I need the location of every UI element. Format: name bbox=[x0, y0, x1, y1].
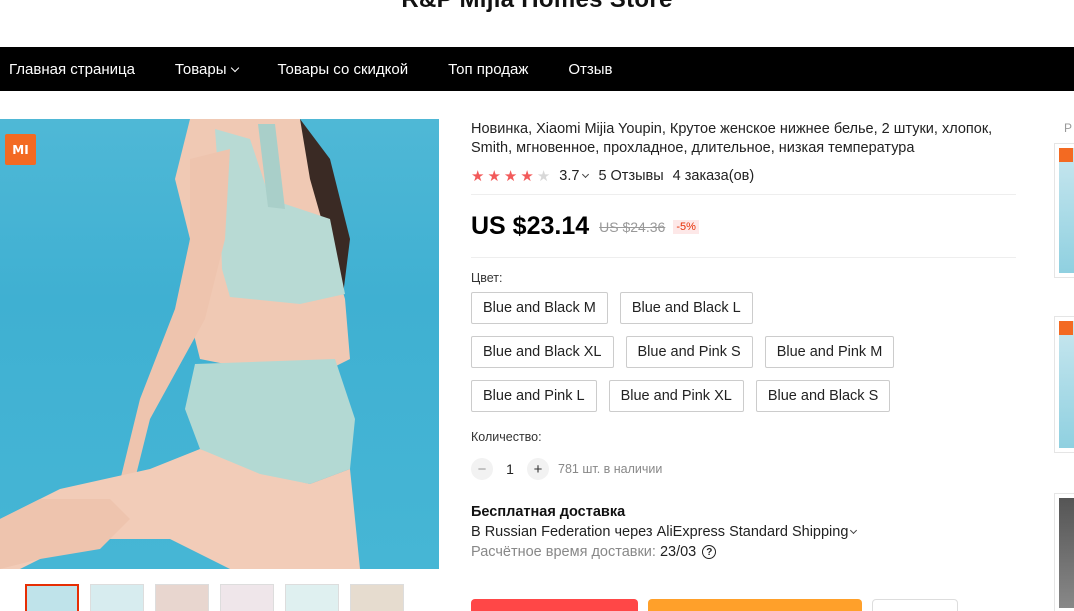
shipping-method: В Russian Federation через AliExpress St… bbox=[471, 524, 849, 540]
star-rating: ★ ★ ★ ★ ★ bbox=[471, 167, 553, 185]
color-option[interactable]: Blue and Black M bbox=[471, 292, 608, 324]
product-title: Новинка, Xiaomi Mijia Youpin, Крутое жен… bbox=[471, 121, 993, 156]
wishlist-button[interactable] bbox=[872, 599, 958, 611]
recommended-item[interactable] bbox=[1054, 316, 1074, 453]
nav-label: Товары bbox=[174, 60, 227, 78]
thumbnail[interactable] bbox=[25, 584, 79, 611]
star-icon: ★ bbox=[471, 168, 485, 185]
nav-item-feedback[interactable]: Отзыв bbox=[568, 61, 612, 78]
thumbnail[interactable] bbox=[350, 584, 404, 611]
old-price: US $24.36 bbox=[599, 218, 666, 235]
nav-label: Отзыв bbox=[568, 60, 613, 78]
nav-item-products[interactable]: Товары bbox=[174, 60, 239, 78]
mi-logo-icon bbox=[1059, 321, 1073, 335]
thumbnail[interactable] bbox=[155, 584, 209, 611]
help-icon[interactable]: ? bbox=[702, 545, 717, 559]
current-price: US $23.14 bbox=[471, 212, 590, 240]
eta-label: Расчётное время доставки: bbox=[471, 544, 656, 560]
color-option[interactable]: Blue and Black L bbox=[619, 292, 753, 324]
nav-item-top-sales[interactable]: Топ продаж bbox=[448, 61, 528, 78]
star-icon: ★ bbox=[503, 168, 518, 185]
star-icon: ★ bbox=[536, 168, 551, 185]
thumbnail[interactable] bbox=[220, 584, 274, 611]
orders-count: 4 заказа(ов) bbox=[672, 168, 755, 184]
stock-count: 781 шт. в наличии bbox=[558, 462, 663, 476]
chevron-down-icon bbox=[230, 63, 239, 72]
color-option[interactable]: Blue and Black XL bbox=[471, 336, 614, 368]
rating-dropdown[interactable]: 3.7 bbox=[559, 168, 590, 184]
store-title: R&P Mijia Homes Store bbox=[0, 0, 1074, 14]
quantity-increase-button[interactable]: + bbox=[527, 458, 549, 480]
nav-item-discounts[interactable]: Товары со скидкой bbox=[278, 61, 409, 78]
chevron-down-icon bbox=[850, 526, 858, 535]
color-option[interactable]: Blue and Pink XL bbox=[608, 380, 744, 412]
mi-logo-icon bbox=[1059, 148, 1073, 162]
color-option[interactable]: Blue and Pink S bbox=[625, 336, 753, 368]
chevron-down-icon bbox=[582, 170, 590, 179]
discount-badge: -5% bbox=[673, 219, 699, 234]
add-to-cart-button[interactable] bbox=[648, 599, 862, 611]
shipping-title: Бесплатная доставка bbox=[471, 504, 626, 520]
quantity-label: Количество: bbox=[471, 430, 542, 444]
quantity-decrease-button[interactable]: − bbox=[471, 458, 493, 480]
recommended-item[interactable] bbox=[1054, 143, 1074, 278]
nav-label: Топ продаж bbox=[448, 60, 529, 78]
thumbnail-strip bbox=[25, 584, 404, 611]
nav-label: Товары со скидкой bbox=[277, 60, 409, 78]
delivery-estimate: Расчётное время доставки: 23/03 ? bbox=[471, 544, 1031, 560]
recommendations-label: Р bbox=[1064, 121, 1073, 135]
thumbnail[interactable] bbox=[285, 584, 339, 611]
product-photo bbox=[0, 119, 360, 569]
rating-value: 3.7 bbox=[559, 168, 580, 184]
store-navbar: Главная страница Товары Товары со скидко… bbox=[0, 47, 1074, 91]
price-row: US $23.14 US $24.36 -5% bbox=[471, 212, 1031, 241]
rating-row: ★ ★ ★ ★ ★ 3.7 5 Отзывы 4 заказа(ов) bbox=[471, 167, 1031, 185]
thumbnail[interactable] bbox=[90, 584, 144, 611]
color-option[interactable]: Blue and Pink L bbox=[471, 380, 597, 412]
mi-logo: MI bbox=[5, 134, 36, 165]
star-icon: ★ bbox=[487, 168, 501, 185]
divider bbox=[471, 194, 1016, 195]
product-info: Новинка, Xiaomi Mijia Youpin, Крутое жен… bbox=[471, 120, 1031, 560]
color-option[interactable]: Blue and Pink M bbox=[764, 336, 895, 368]
nav-label: Главная страница bbox=[9, 60, 135, 78]
recommended-item[interactable] bbox=[1054, 493, 1074, 611]
product-main-image[interactable]: MI bbox=[0, 119, 439, 569]
quantity-stepper: − 1 + 781 шт. в наличии bbox=[471, 458, 1031, 480]
buy-now-button[interactable] bbox=[471, 599, 638, 611]
star-icon: ★ bbox=[520, 168, 534, 185]
color-option[interactable]: Blue and Black S bbox=[755, 380, 891, 412]
color-label: Цвет: bbox=[471, 271, 503, 285]
color-options: Blue and Black M Blue and Black L Blue a… bbox=[471, 292, 911, 424]
quantity-input[interactable]: 1 bbox=[493, 461, 527, 477]
reviews-link[interactable]: 5 Отзывы bbox=[598, 168, 663, 184]
divider bbox=[471, 257, 1016, 258]
shipping-method-dropdown[interactable]: В Russian Federation через AliExpress St… bbox=[471, 524, 1031, 540]
eta-value: 23/03 bbox=[659, 544, 697, 560]
nav-item-home[interactable]: Главная страница bbox=[9, 61, 135, 78]
